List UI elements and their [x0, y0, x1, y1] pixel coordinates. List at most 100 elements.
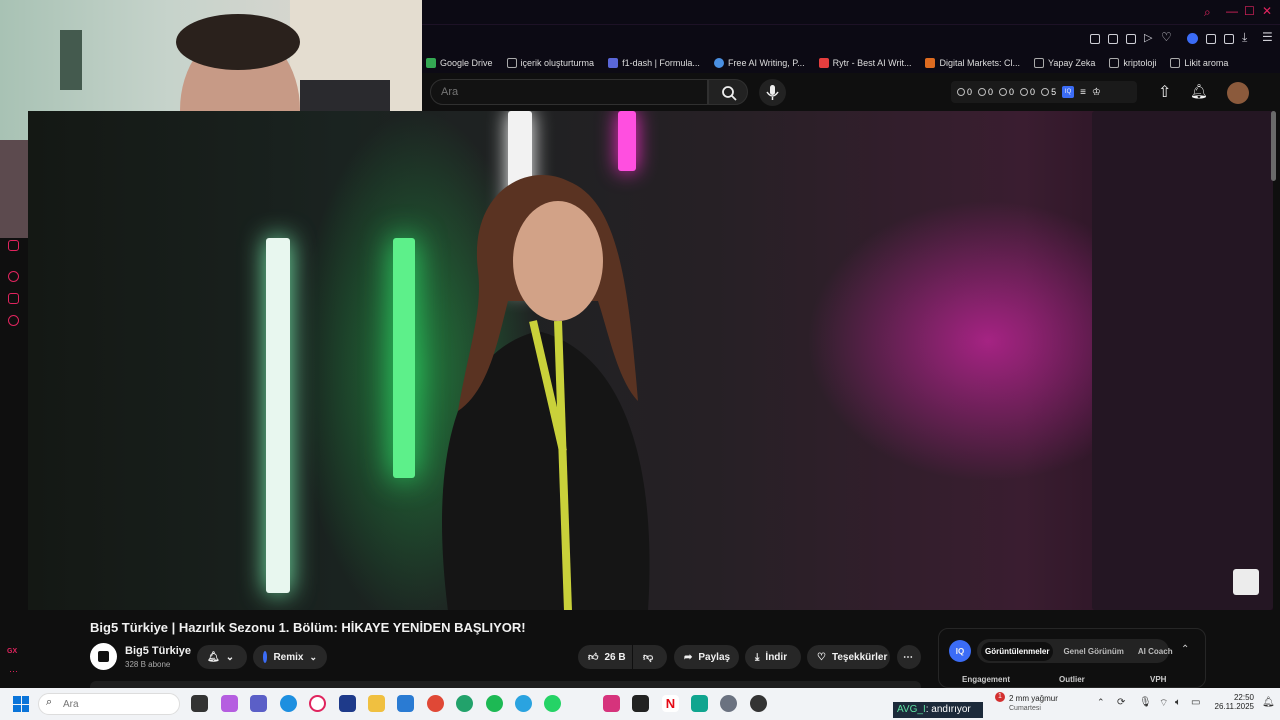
taskbar-clock[interactable]: 22:50 26.11.2025	[1208, 693, 1254, 711]
rytr-icon	[818, 58, 829, 68]
settings-gear-icon[interactable]	[720, 695, 737, 712]
search-button[interactable]	[708, 79, 748, 105]
teams-icon[interactable]	[250, 695, 267, 712]
task-view-icon[interactable]	[191, 695, 208, 712]
more-actions-button[interactable]: ⋯	[897, 645, 921, 669]
wifi-icon[interactable]: ⌔	[1159, 697, 1168, 710]
battery-icon[interactable]: ▭	[1191, 697, 1200, 708]
voice-search-button[interactable]	[759, 79, 786, 106]
description-box[interactable]	[90, 681, 921, 688]
heart-icon[interactable]: ♡	[1161, 30, 1172, 44]
pin-icon[interactable]	[1090, 34, 1100, 44]
filter-icon[interactable]: ≡	[1080, 87, 1086, 98]
copilot-icon[interactable]	[221, 695, 238, 712]
notifications-bell-icon[interactable]: 🔔︎	[1190, 83, 1208, 100]
instagram-icon[interactable]	[8, 240, 19, 251]
chrome-icon[interactable]	[427, 695, 444, 712]
close-icon[interactable]: ✕	[1262, 4, 1272, 18]
stat-tags: 0	[1020, 87, 1035, 97]
chevron-up-icon[interactable]: ⌃	[1181, 644, 1189, 655]
bookmarks-bar: Google Drive içerik oluşturturma f1-dash…	[422, 53, 1280, 73]
folder-icon	[1109, 58, 1120, 68]
bookmark-item[interactable]: Likit aroma	[1170, 58, 1228, 68]
telegram-icon[interactable]	[515, 695, 532, 712]
netflix-icon[interactable]: N	[662, 695, 679, 712]
bookmark-item[interactable]: Yapay Zeka	[1034, 58, 1095, 68]
snapshot-icon[interactable]	[1108, 34, 1118, 44]
minimize-icon[interactable]: —	[1226, 4, 1238, 18]
bookmark-item[interactable]: Google Drive	[426, 58, 493, 68]
epic-games-icon[interactable]	[632, 695, 649, 712]
share-icon: ➦	[684, 651, 693, 663]
share-button[interactable]: ➦ Paylaş	[674, 645, 739, 669]
player-icon[interactable]	[8, 271, 19, 282]
weather-title[interactable]: 2 mm yağmur	[1009, 694, 1058, 703]
channel-name[interactable]: Big5 Türkiye	[125, 645, 191, 657]
box-icon[interactable]	[8, 293, 19, 304]
chrome-profile-icon[interactable]	[456, 695, 473, 712]
bookmark-item[interactable]: kriptoloji	[1109, 58, 1156, 68]
tab-ai-coach[interactable]: AI Coach	[1134, 642, 1177, 661]
shield-icon[interactable]	[1126, 34, 1136, 44]
bookmark-item[interactable]: Free AI Writing, P...	[713, 58, 805, 68]
trophy-icon[interactable]: ♔	[1092, 87, 1101, 98]
whatsapp-icon[interactable]	[544, 695, 561, 712]
page-scrollbar[interactable]	[1271, 111, 1276, 181]
wallet-icon[interactable]	[1224, 34, 1234, 44]
download-button[interactable]: ⤓ İndir	[745, 645, 801, 669]
tab-overview[interactable]: Genel Görünüm	[1059, 642, 1127, 661]
search-input[interactable]	[430, 79, 708, 105]
bookmark-item[interactable]: Digital Markets: Cl...	[925, 58, 1020, 68]
bookmark-item[interactable]: içerik oluşturturma	[506, 58, 595, 68]
thanks-button[interactable]: ♡ Teşekkürler	[807, 645, 890, 669]
download-icon[interactable]: ⤓	[1242, 30, 1247, 45]
tab-views[interactable]: Görüntülenmeler	[981, 641, 1054, 661]
channel-avatar[interactable]	[90, 643, 117, 670]
taskbar-search-input[interactable]	[38, 693, 180, 715]
bookmark-item[interactable]: f1-dash | Formula...	[608, 58, 700, 68]
outlook-icon[interactable]	[397, 695, 414, 712]
more-icon: ⋯	[903, 651, 913, 663]
upload-icon[interactable]: ⇧	[1158, 82, 1171, 102]
menu-icon[interactable]: ☰	[1262, 30, 1273, 44]
subscription-bell-button[interactable]: 🔔︎ ⌄	[197, 645, 247, 669]
history-icon[interactable]	[8, 315, 19, 326]
search-icon[interactable]: ⌕	[1204, 5, 1211, 20]
lists-icon[interactable]	[339, 695, 356, 712]
tray-chevron-up-icon[interactable]: ⌃	[1097, 697, 1105, 708]
edge-icon[interactable]	[280, 695, 297, 712]
channel-watermark-icon[interactable]	[1233, 569, 1259, 595]
iq-badge[interactable]: IQ	[949, 640, 971, 662]
file-explorer-icon[interactable]	[368, 695, 385, 712]
stock-ticker[interactable]: AVG_I: andırıyor	[893, 702, 983, 718]
avatar[interactable]	[1227, 82, 1249, 104]
iq-extension-icon[interactable]: IQ	[1062, 86, 1075, 98]
extension-icon[interactable]	[1187, 33, 1198, 44]
dislike-button[interactable]: 👎︎	[633, 645, 667, 669]
sync-icon[interactable]: ⟳	[1117, 697, 1125, 708]
clock-date: 26.11.2025	[1214, 702, 1254, 711]
bookmark-label: Digital Markets: Cl...	[939, 58, 1021, 68]
play-icon[interactable]: ▷	[1144, 31, 1152, 44]
app-icon[interactable]	[691, 695, 708, 712]
windows-start-icon[interactable]	[13, 696, 29, 712]
puzzle-icon[interactable]	[1206, 34, 1216, 44]
video-player[interactable]	[28, 111, 1273, 610]
opera-gx-icon[interactable]	[309, 695, 326, 712]
microphone-icon[interactable]: 🎙︎	[1139, 697, 1152, 708]
volume-icon[interactable]: 🔈︎	[1175, 697, 1181, 708]
bookmark-item[interactable]: Rytr - Best AI Writ...	[818, 58, 911, 68]
more-icon[interactable]: ⋯	[9, 666, 18, 677]
download-label: İndir	[765, 651, 788, 663]
spotify-icon[interactable]	[486, 695, 503, 712]
like-button[interactable]: 👍︎ 26 B	[578, 645, 632, 669]
col-vph: VPH	[1150, 675, 1167, 684]
instagram-icon[interactable]	[603, 695, 620, 712]
maximize-icon[interactable]: ☐	[1244, 4, 1255, 18]
bookmark-label: içerik oluşturturma	[520, 58, 595, 68]
share-label: Paylaş	[698, 651, 731, 663]
remix-button[interactable]: Remix ⌄	[253, 645, 327, 669]
gx-icon[interactable]: GX	[7, 648, 17, 655]
app-icon[interactable]	[750, 695, 767, 712]
notification-bell-icon[interactable]: 🔔︎	[1262, 697, 1275, 708]
